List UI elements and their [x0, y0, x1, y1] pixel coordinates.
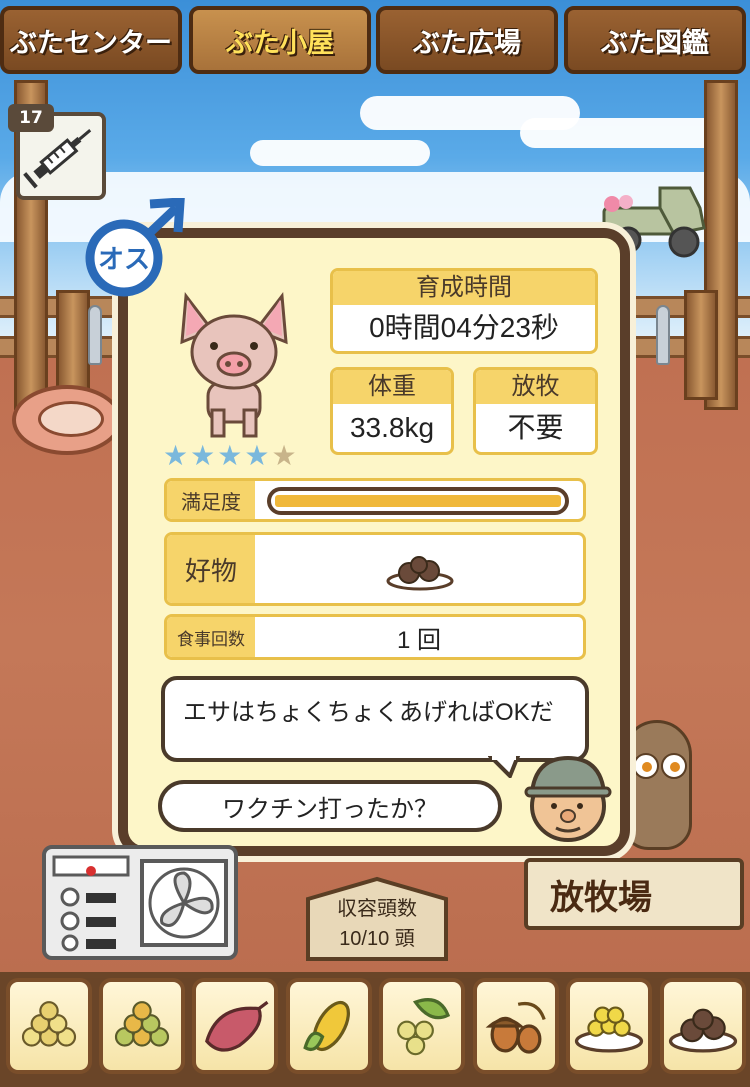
weight-card: 体重 33.8kg [330, 367, 454, 455]
tab-buta-center[interactable]: ぶたセンター [0, 6, 182, 74]
fence-post [684, 290, 718, 400]
farmer-speech-bubble: エサはちょくちょくあげればOKだ [161, 676, 589, 762]
feed-button[interactable] [660, 978, 746, 1074]
grain-pile-icon [21, 1001, 77, 1047]
meal-count-row: 食事回数 1 回 [164, 614, 586, 660]
grapes-leaf-icon [397, 998, 451, 1056]
rating-star-icon: ★ [217, 439, 243, 472]
top-tab-bar: ぶたセンター ぶた小屋 ぶた広場 ぶた図鑑 [0, 0, 750, 80]
feeding-trough [12, 385, 122, 455]
corn-icon [303, 1000, 350, 1052]
feed-button[interactable] [566, 978, 652, 1074]
sweet-potato-icon [205, 1000, 269, 1052]
rearing-time-label: 育成時間 [333, 271, 595, 305]
spoon-decoration [88, 305, 102, 365]
tab-buta-plaza[interactable]: ぶた広場 [376, 6, 558, 74]
satisfaction-bar-track [267, 487, 569, 515]
vaccine-question-bubble[interactable]: ワクチン打ったか？ [158, 780, 502, 832]
rearing-time-card: 育成時間 0時間04分23秒 [330, 268, 598, 354]
pasture-sign-label: 放牧場 [550, 877, 652, 918]
grain-plate-icon [574, 1006, 644, 1053]
tab-buta-encyclopedia[interactable]: ぶた図鑑 [564, 6, 746, 74]
favorite-food-label: 好物 [167, 535, 255, 603]
meal-count-value: 1 回 [396, 626, 441, 654]
weight-value: 33.8kg [349, 412, 435, 443]
vaccine-count-badge: 17 [8, 104, 54, 132]
pasture-sign[interactable]: 放牧場 [524, 858, 744, 930]
feed-button[interactable] [99, 978, 185, 1074]
satisfaction-bar-fill [275, 495, 561, 507]
favorite-food-row: 好物 [164, 532, 586, 606]
fence-post [56, 290, 90, 400]
grazing-value: 不要 [507, 412, 564, 443]
meatball-plate-icon [668, 1008, 738, 1053]
meal-count-label: 食事回数 [167, 617, 255, 657]
farmer-face-icon [524, 755, 612, 842]
capacity-label: 収容頭数 [337, 897, 417, 920]
capacity-sign: 収容頭数 10/10 頭 [306, 876, 448, 961]
feed-button[interactable] [192, 978, 278, 1074]
feed-button[interactable] [286, 978, 372, 1074]
feed-button[interactable] [6, 978, 92, 1074]
gender-label: オス [98, 245, 150, 275]
grazing-label: 放牧 [476, 370, 595, 404]
ventilation-machine[interactable] [42, 845, 238, 960]
grazing-card: 放牧 不要 [473, 367, 598, 455]
feed-button[interactable] [379, 978, 465, 1074]
tab-buta-hut[interactable]: ぶた小屋 [189, 6, 371, 74]
mixed-beans-icon [114, 1001, 170, 1047]
capacity-value: 10/10 頭 [339, 928, 415, 950]
rearing-time-value: 0時間04分23秒 [369, 312, 559, 343]
pig-character [180, 292, 288, 438]
acorn-icon [485, 1001, 546, 1054]
feed-button[interactable] [473, 978, 559, 1074]
male-gender-icon: オス [85, 198, 185, 297]
rating-stars: ★ ★ ★ ★ ★ [163, 442, 297, 470]
rating-star-icon: ★ [163, 439, 189, 472]
speech-tail [488, 756, 521, 778]
meatball-plate-icon [386, 556, 454, 591]
rating-star-icon: ★ [244, 439, 270, 472]
weight-label: 体重 [333, 370, 451, 404]
fan-icon [52, 855, 228, 952]
rating-star-icon: ★ [271, 439, 297, 472]
spoon-decoration [656, 305, 670, 365]
owl-character [622, 720, 692, 850]
rating-star-icon: ★ [190, 439, 216, 472]
satisfaction-label: 満足度 [167, 481, 255, 519]
satisfaction-row: 満足度 [164, 478, 586, 522]
